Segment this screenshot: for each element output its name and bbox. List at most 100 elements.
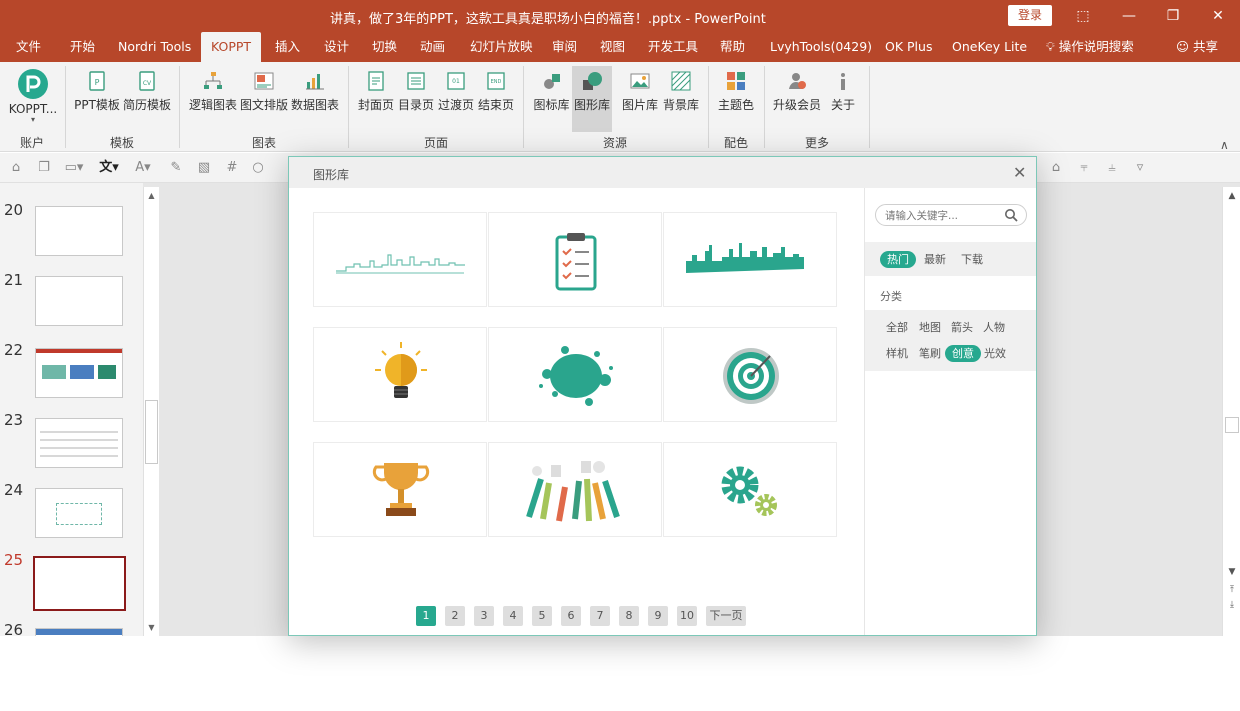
tab-animations[interactable]: 动画 <box>420 32 445 62</box>
tab-file[interactable]: 文件 <box>16 32 41 62</box>
page-3-button[interactable]: 3 <box>474 606 494 626</box>
tab-review[interactable]: 审阅 <box>552 32 577 62</box>
tab-transitions[interactable]: 切换 <box>372 32 397 62</box>
scroll-thumb[interactable] <box>145 400 158 464</box>
sort-hot-tab[interactable]: 热门 <box>880 251 916 268</box>
slide-thumbnail-20[interactable] <box>35 206 123 256</box>
slide-thumbnail-21[interactable] <box>35 276 123 326</box>
sort-download-tab[interactable]: 下载 <box>961 251 983 268</box>
resume-template-button[interactable]: CV 简历模板 <box>123 68 171 118</box>
login-button[interactable]: 登录 <box>1008 5 1052 26</box>
ppt-template-button[interactable]: P PPT模板 <box>73 68 121 118</box>
tab-nordri-tools[interactable]: Nordri Tools <box>118 32 191 62</box>
shape-item[interactable] <box>663 327 837 422</box>
background-library-button[interactable]: 背景库 <box>661 68 701 118</box>
category-people[interactable]: 人物 <box>983 319 1005 336</box>
ribbon-display-icon[interactable]: ⬚ <box>1071 6 1095 26</box>
scroll-down-icon[interactable]: ▼ <box>1225 567 1239 577</box>
font-color-icon[interactable]: A▾ <box>132 160 154 176</box>
category-arrow[interactable]: 箭头 <box>951 319 973 336</box>
cover-page-button[interactable]: 封面页 <box>357 68 395 118</box>
page-10-button[interactable]: 10 <box>677 606 697 626</box>
align-icon[interactable]: ⌂ <box>1048 160 1064 176</box>
shape-item[interactable] <box>488 442 662 537</box>
scroll-thumb[interactable] <box>1225 417 1239 433</box>
more-dropdown-icon[interactable]: ▿ <box>1132 160 1148 176</box>
canvas-scrollbar[interactable]: ▲ ▼ ⤒ ⤓ <box>1222 187 1240 636</box>
sort-latest-tab[interactable]: 最新 <box>924 251 946 268</box>
next-page-button[interactable]: 下一页 <box>706 606 746 626</box>
tab-design[interactable]: 设计 <box>324 32 349 62</box>
scroll-up-icon[interactable]: ▲ <box>144 189 159 203</box>
category-light-effect[interactable]: 光效 <box>984 345 1006 362</box>
category-creative[interactable]: 创意 <box>945 345 981 362</box>
tab-onekey-lite[interactable]: OneKey Lite <box>952 32 1027 62</box>
tab-help[interactable]: 帮助 <box>720 32 745 62</box>
slide-thumbnail-25-selected[interactable] <box>33 556 126 611</box>
close-icon[interactable]: ✕ <box>1013 163 1026 182</box>
koppt-account-button[interactable]: KOPPT... ▾ <box>6 68 60 124</box>
shape-library-button[interactable]: 图形库 <box>572 66 612 132</box>
search-icon[interactable] <box>1004 208 1018 222</box>
logic-chart-button[interactable]: 逻辑图表 <box>189 68 237 118</box>
circle-shape-icon[interactable]: ○ <box>250 160 266 176</box>
image-library-button[interactable]: 图片库 <box>620 68 660 118</box>
search-input[interactable] <box>885 208 1000 224</box>
textbox-icon[interactable]: ▭▾ <box>62 160 86 176</box>
tab-insert[interactable]: 插入 <box>275 32 300 62</box>
page-7-button[interactable]: 7 <box>590 606 610 626</box>
category-map[interactable]: 地图 <box>919 319 941 336</box>
share-button[interactable]: ☺ 共享 <box>1176 32 1218 62</box>
next-slide-icon[interactable]: ⤓ <box>1225 600 1239 610</box>
end-page-button[interactable]: END 结束页 <box>477 68 515 118</box>
shape-item[interactable] <box>313 327 487 422</box>
page-9-button[interactable]: 9 <box>648 606 668 626</box>
icon-library-button[interactable]: 图标库 <box>532 68 571 118</box>
category-mockup[interactable]: 样机 <box>886 345 908 362</box>
tab-developer[interactable]: 开发工具 <box>648 32 698 62</box>
page-2-button[interactable]: 2 <box>445 606 465 626</box>
page-8-button[interactable]: 8 <box>619 606 639 626</box>
scroll-down-icon[interactable]: ▼ <box>144 621 159 635</box>
slide-thumbnail-22[interactable] <box>35 348 123 398</box>
about-button[interactable]: 关于 <box>827 68 859 118</box>
close-icon[interactable]: ✕ <box>1206 6 1230 26</box>
page-6-button[interactable]: 6 <box>561 606 581 626</box>
page-1-button[interactable]: 1 <box>416 606 436 626</box>
previous-slide-icon[interactable]: ⤒ <box>1225 585 1239 595</box>
page-5-button[interactable]: 5 <box>532 606 552 626</box>
tab-slideshow[interactable]: 幻灯片放映 <box>470 32 533 62</box>
tab-home[interactable]: 开始 <box>70 32 95 62</box>
collapse-ribbon-icon[interactable]: ∧ <box>1220 138 1229 152</box>
shape-item[interactable] <box>313 442 487 537</box>
transition-page-button[interactable]: 01 过渡页 <box>437 68 475 118</box>
shape-item[interactable] <box>488 327 662 422</box>
shape-item[interactable] <box>313 212 487 307</box>
shape-item[interactable] <box>663 212 837 307</box>
category-brush[interactable]: 笔刷 <box>919 345 941 362</box>
tab-ok-plus[interactable]: OK Plus <box>885 32 932 62</box>
distribute-icon[interactable]: ⫧ <box>1076 160 1092 176</box>
format-painter-icon[interactable]: ▧ <box>196 160 212 176</box>
tab-view[interactable]: 视图 <box>600 32 625 62</box>
eyedropper-icon[interactable]: ✎ <box>168 160 184 176</box>
slide-thumbnail-23[interactable] <box>35 418 123 468</box>
toc-page-button[interactable]: 目录页 <box>397 68 435 118</box>
theme-color-button[interactable]: 主题色 <box>716 68 756 118</box>
minimize-icon[interactable]: — <box>1117 6 1141 26</box>
lock-icon[interactable]: ⌂ <box>8 160 24 176</box>
tell-me-search[interactable]: 💡︎ 操作说明搜索 <box>1046 32 1134 62</box>
upgrade-member-button[interactable]: 升级会员 <box>771 68 823 118</box>
data-chart-button[interactable]: 数据图表 <box>291 68 339 118</box>
tab-lvyhtools[interactable]: LvyhTools(0429) <box>770 32 872 62</box>
scroll-up-icon[interactable]: ▲ <box>1225 191 1239 201</box>
copy-icon[interactable]: ❐ <box>36 160 52 176</box>
category-all[interactable]: 全部 <box>886 319 908 336</box>
thumbnails-scrollbar[interactable]: ▲ ▼ <box>143 187 159 636</box>
shape-item[interactable] <box>488 212 662 307</box>
slide-thumbnail-26[interactable] <box>35 628 123 636</box>
chart-align-icon[interactable]: ⫨ <box>1104 160 1120 176</box>
text-style-icon[interactable]: 文▾ <box>96 160 122 176</box>
grid-icon[interactable]: # <box>224 160 240 176</box>
page-4-button[interactable]: 4 <box>503 606 523 626</box>
